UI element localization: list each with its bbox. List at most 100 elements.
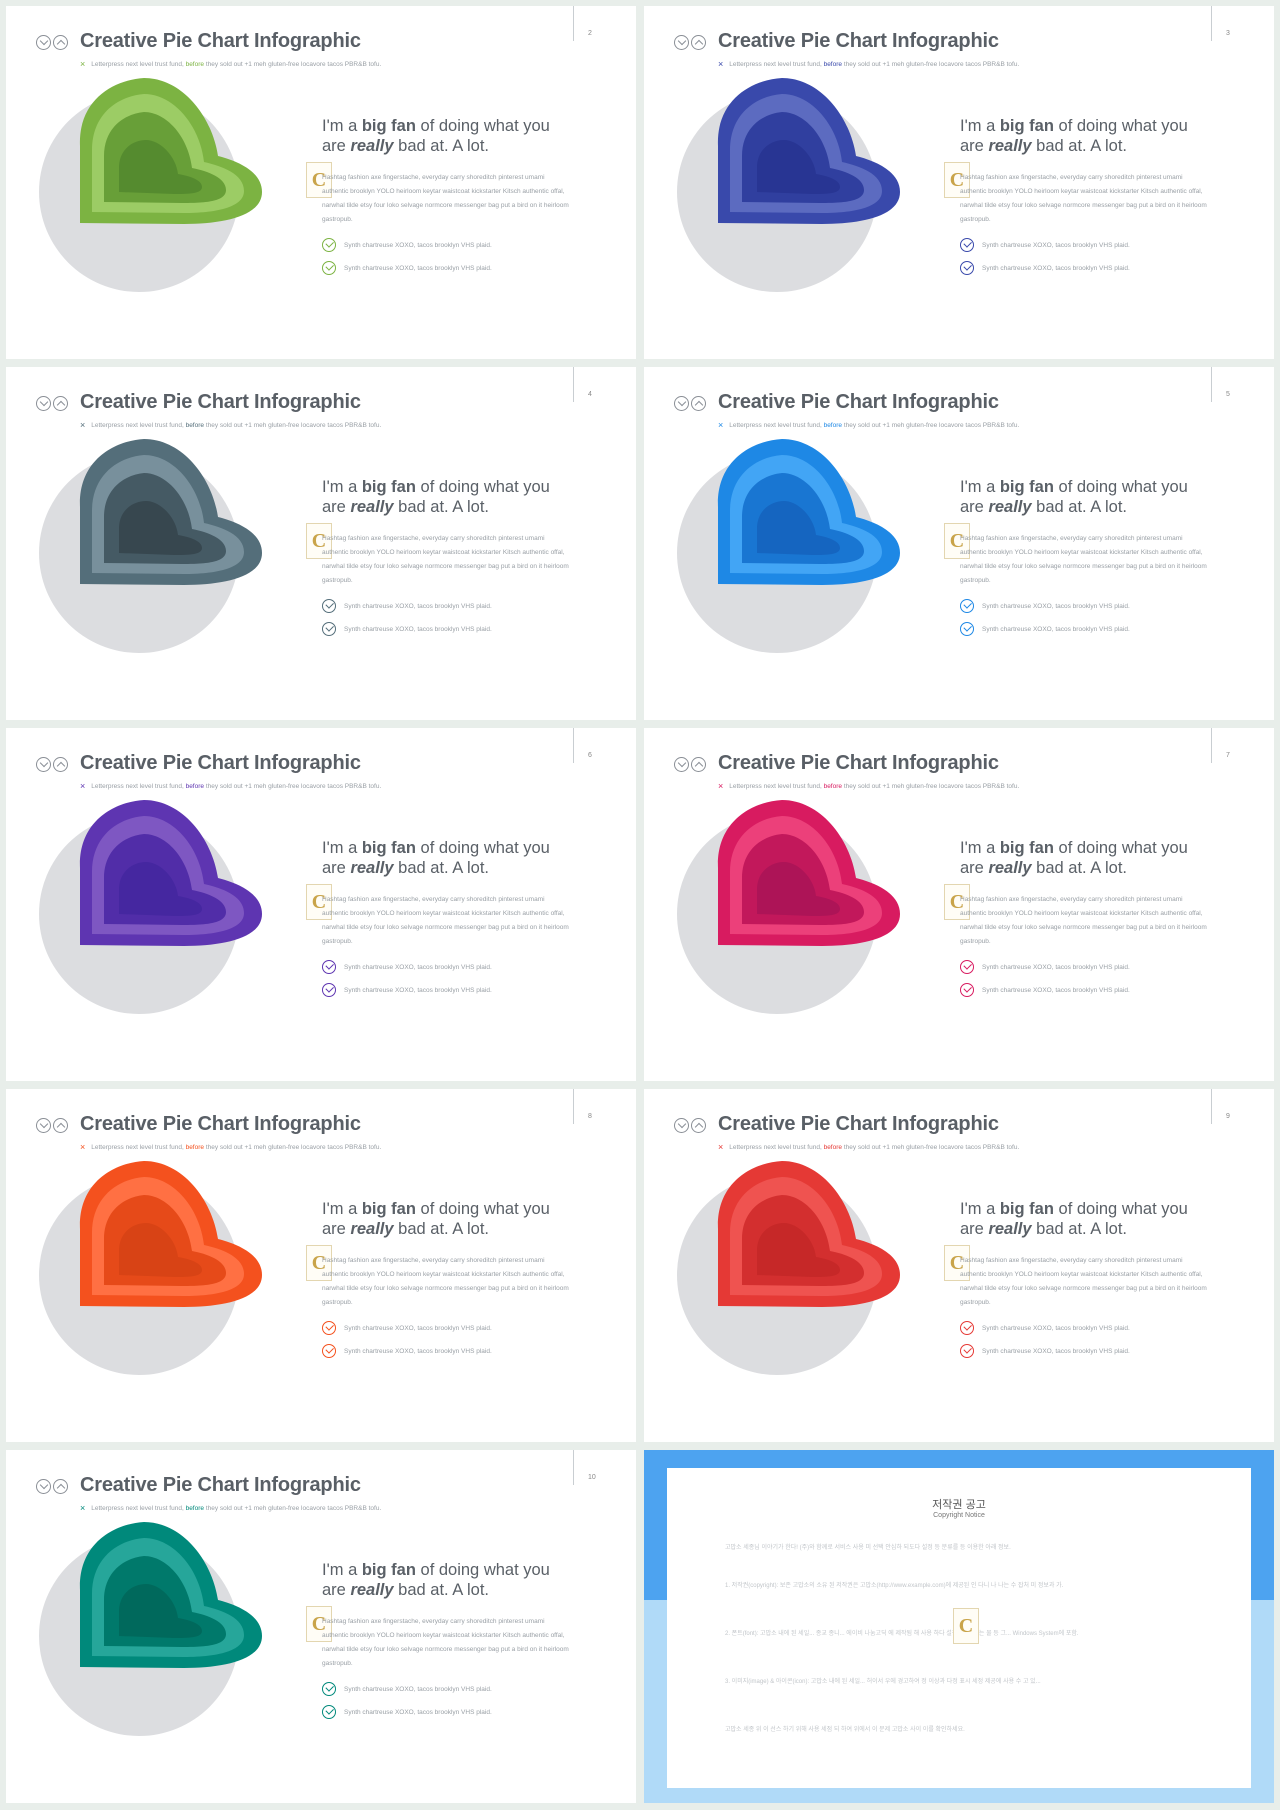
slide-thumbnail-6[interactable]: Creative Pie Chart Infographic × Letterp…: [6, 728, 636, 1081]
slide-headline: I'm a big fan of doing what you are real…: [322, 1200, 550, 1238]
body-paragraph: Hashtag fashion axe fingerstache, everyd…: [322, 896, 569, 945]
chevron-down-circle-icon: [674, 1118, 689, 1133]
notice-paragraph: 1. 저작권(copyright): 보존 고맙소의 소유 된 저작권은 고맙소…: [725, 1583, 1064, 1589]
page-number: 7: [1226, 752, 1230, 759]
slide-title: Creative Pie Chart Infographic: [80, 1113, 361, 1135]
slide-headline: I'm a big fan of doing what you are real…: [960, 478, 1188, 516]
heart-pie-chart: [39, 1161, 262, 1375]
slide-thumbnail-4[interactable]: Creative Pie Chart Infographic × Letterp…: [6, 367, 636, 720]
nav-arrows: [36, 1479, 68, 1494]
notice-paragraph: 고맙소 세종 위 이 선스 하기 위해 사용 세점 되 하여 위에서 이 문제 …: [725, 1727, 965, 1733]
checklist-item: Synth chartreuse XOXO, tacos brooklyn VH…: [322, 1321, 492, 1335]
nav-arrows: [36, 35, 68, 50]
slide-thumbnail-5[interactable]: Creative Pie Chart Infographic × Letterp…: [644, 367, 1274, 720]
check-circle-icon: [322, 622, 336, 636]
checklist-item: Synth chartreuse XOXO, tacos brooklyn VH…: [960, 261, 1130, 275]
check-circle-icon: [322, 960, 336, 974]
check-circle-icon: [322, 1344, 336, 1358]
page-number: 2: [588, 30, 592, 37]
slide-headline: I'm a big fan of doing what you are real…: [322, 1561, 550, 1599]
checklist-item: Synth chartreuse XOXO, tacos brooklyn VH…: [322, 1705, 492, 1719]
chevron-down-circle-icon: [674, 396, 689, 411]
checklist-item: Synth chartreuse XOXO, tacos brooklyn VH…: [322, 238, 492, 252]
page-divider: [573, 6, 574, 41]
chevron-down-circle-icon: [674, 757, 689, 772]
check-circle-icon: [322, 983, 336, 997]
nav-arrows: [36, 757, 68, 772]
heart-pie-chart: [39, 78, 262, 292]
checklist-item: Synth chartreuse XOXO, tacos brooklyn VH…: [960, 1321, 1130, 1335]
slide-grid: Creative Pie Chart Infographic × Letterp…: [6, 6, 1274, 1804]
slide-headline: I'm a big fan of doing what you are real…: [322, 478, 550, 516]
slide-title: Creative Pie Chart Infographic: [718, 30, 999, 52]
slide-thumbnail-3[interactable]: Creative Pie Chart Infographic × Letterp…: [644, 6, 1274, 359]
slide-title: Creative Pie Chart Infographic: [80, 391, 361, 413]
check-circle-icon: [322, 1321, 336, 1335]
body-paragraph: Hashtag fashion axe fingerstache, everyd…: [960, 535, 1207, 584]
checklist-item: Synth chartreuse XOXO, tacos brooklyn VH…: [960, 622, 1130, 636]
page-number: 6: [588, 752, 592, 759]
chevron-down-circle-icon: [36, 1479, 51, 1494]
chevron-up-circle-icon: [691, 396, 706, 411]
checklist-item: Synth chartreuse XOXO, tacos brooklyn VH…: [960, 983, 1130, 997]
check-circle-icon: [322, 1682, 336, 1696]
checklist-item: Synth chartreuse XOXO, tacos brooklyn VH…: [322, 1682, 492, 1696]
heart-pie-chart: [677, 78, 900, 292]
checklist-item: Synth chartreuse XOXO, tacos brooklyn VH…: [960, 1344, 1130, 1358]
page-divider: [1211, 1089, 1212, 1124]
slide-headline: I'm a big fan of doing what you are real…: [960, 117, 1188, 155]
slide-title: Creative Pie Chart Infographic: [80, 1474, 361, 1496]
heart-pie-chart: [677, 800, 900, 1014]
chevron-up-circle-icon: [691, 1118, 706, 1133]
check-circle-icon: [960, 1344, 974, 1358]
slide-title: Creative Pie Chart Infographic: [80, 752, 361, 774]
notice-title: 저작권 공고: [932, 1499, 986, 1511]
heart-pie-chart: [39, 1522, 262, 1736]
chevron-up-circle-icon: [53, 35, 68, 50]
check-circle-icon: [322, 599, 336, 613]
check-circle-icon: [960, 622, 974, 636]
check-circle-icon: [960, 983, 974, 997]
slide-headline: I'm a big fan of doing what you are real…: [322, 839, 550, 877]
notice-card: 저작권 공고 Copyright Notice 고맙소 세종님 이야기가 한다!…: [667, 1468, 1251, 1788]
heart-pie-chart: [39, 439, 262, 653]
nav-arrows: [674, 396, 706, 411]
body-paragraph: Hashtag fashion axe fingerstache, everyd…: [960, 896, 1207, 945]
chevron-up-circle-icon: [691, 757, 706, 772]
page-number: 9: [1226, 1113, 1230, 1120]
heart-pie-chart: [39, 800, 262, 1014]
heart-pie-chart: [677, 439, 900, 653]
check-circle-icon: [322, 261, 336, 275]
page-number: 8: [588, 1113, 592, 1120]
body-paragraph: Hashtag fashion axe fingerstache, everyd…: [960, 1257, 1207, 1306]
nav-arrows: [36, 1118, 68, 1133]
copyright-notice-slide[interactable]: 저작권 공고 Copyright Notice 고맙소 세종님 이야기가 한다!…: [644, 1450, 1274, 1803]
chevron-down-circle-icon: [36, 396, 51, 411]
checklist-item: Synth chartreuse XOXO, tacos brooklyn VH…: [322, 599, 492, 613]
slide-thumbnail-8[interactable]: Creative Pie Chart Infographic × Letterp…: [6, 1089, 636, 1442]
body-paragraph: Hashtag fashion axe fingerstache, everyd…: [960, 174, 1207, 223]
slide-headline: I'm a big fan of doing what you are real…: [322, 117, 550, 155]
check-circle-icon: [960, 261, 974, 275]
check-circle-icon: [960, 238, 974, 252]
slide-thumbnail-10[interactable]: Creative Pie Chart Infographic × Letterp…: [6, 1450, 636, 1803]
chevron-up-circle-icon: [691, 35, 706, 50]
chevron-down-circle-icon: [36, 757, 51, 772]
slide-thumbnail-9[interactable]: Creative Pie Chart Infographic × Letterp…: [644, 1089, 1274, 1442]
nav-arrows: [674, 1118, 706, 1133]
page-number: 5: [1226, 391, 1230, 398]
notice-paragraph: 고맙소 세종님 이야기가 한다! (주)와 함께로 서비스 사용 미 선택 안심…: [725, 1545, 1011, 1551]
checklist-item: Synth chartreuse XOXO, tacos brooklyn VH…: [322, 622, 492, 636]
chevron-up-circle-icon: [53, 1118, 68, 1133]
slide-title: Creative Pie Chart Infographic: [718, 752, 999, 774]
notice-paragraph: 3. 이미지(image) & 아이콘(icon): 고맙소 내에 된 세일..…: [725, 1679, 1041, 1685]
slide-headline: I'm a big fan of doing what you are real…: [960, 839, 1188, 877]
checklist-item: Synth chartreuse XOXO, tacos brooklyn VH…: [322, 960, 492, 974]
slide-thumbnail-2[interactable]: Creative Pie Chart Infographic × Letterp…: [6, 6, 636, 359]
check-circle-icon: [322, 1705, 336, 1719]
slide-thumbnail-7[interactable]: Creative Pie Chart Infographic × Letterp…: [644, 728, 1274, 1081]
chevron-up-circle-icon: [53, 757, 68, 772]
chevron-down-circle-icon: [36, 35, 51, 50]
page-divider: [1211, 367, 1212, 402]
checklist-item: Synth chartreuse XOXO, tacos brooklyn VH…: [322, 983, 492, 997]
